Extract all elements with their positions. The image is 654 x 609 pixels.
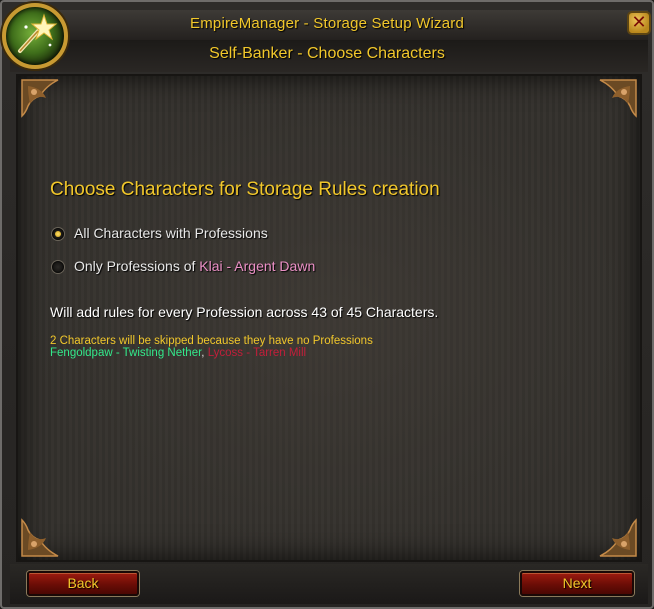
- skipped-characters-list: Fengoldpaw - Twisting Nether, Lycoss - T…: [50, 347, 306, 359]
- selected-character-name: Klai - Argent Dawn: [199, 258, 316, 274]
- option-all-characters-label[interactable]: All Characters with Professions: [74, 225, 268, 241]
- window-title: EmpireManager - Storage Setup Wizard: [190, 15, 464, 32]
- corner-ornament-top-left: [21, 79, 59, 118]
- option-single-character-label[interactable]: Only Professions of Klai - Argent Dawn: [74, 258, 315, 274]
- skipped-character: Fengoldpaw - Twisting Nether: [50, 347, 202, 359]
- page-subtitle: Self-Banker - Choose Characters: [209, 45, 445, 62]
- addon-logo: [2, 3, 68, 69]
- skip-note: 2 Characters will be skipped because the…: [50, 335, 373, 347]
- option-label-prefix: Only Professions of: [74, 258, 200, 274]
- corner-ornament-bottom-left: [21, 518, 59, 557]
- corner-ornament-top-right: [599, 79, 637, 118]
- back-button[interactable]: Back: [27, 571, 139, 596]
- next-button[interactable]: Next: [520, 571, 634, 596]
- close-icon: ✕: [631, 12, 647, 33]
- magic-wand-icon: [18, 13, 58, 53]
- corner-ornament-bottom-right: [599, 518, 637, 557]
- radio-single-character[interactable]: [52, 261, 64, 273]
- radio-all-characters[interactable]: [52, 228, 64, 240]
- skipped-character: Lycoss - Tarren Mill: [207, 347, 307, 359]
- section-heading: Choose Characters for Storage Rules crea…: [50, 179, 440, 200]
- close-button[interactable]: ✕: [627, 11, 651, 35]
- summary-text: Will add rules for every Profession acro…: [50, 304, 439, 320]
